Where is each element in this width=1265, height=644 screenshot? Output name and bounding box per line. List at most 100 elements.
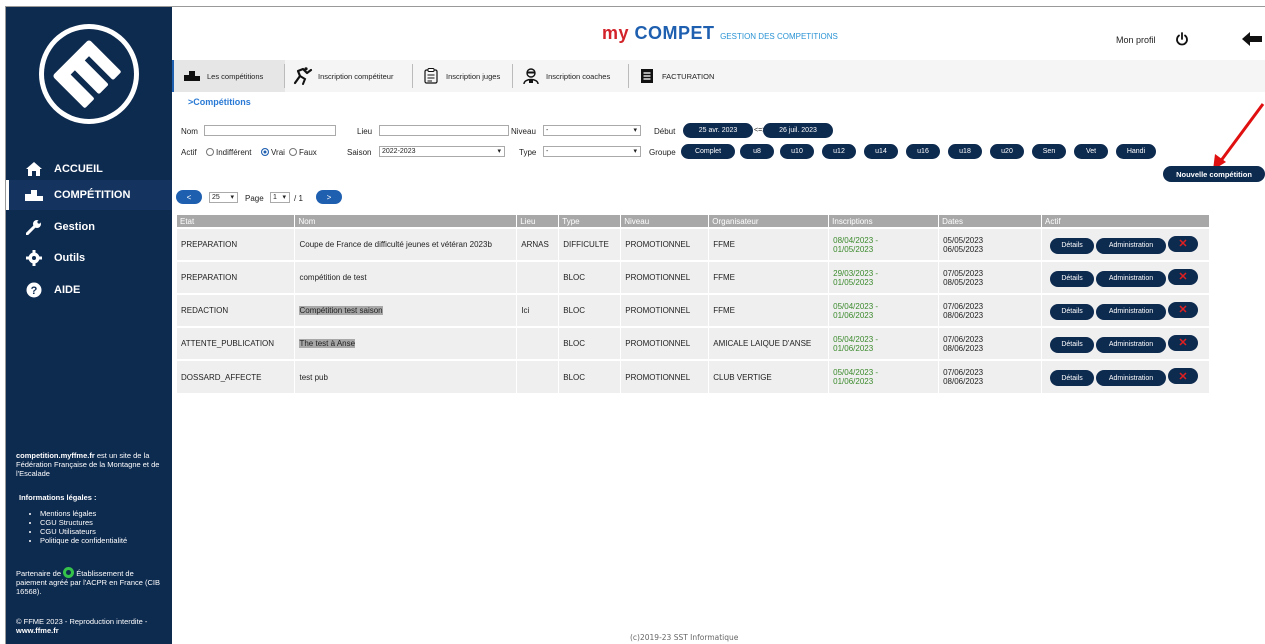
groupe-u8-button[interactable]: u8 — [740, 144, 774, 159]
lieu-input[interactable] — [379, 125, 509, 136]
insc-start: 05/04/2023 - — [833, 334, 879, 344]
page-label: Page — [245, 194, 264, 203]
tab-inscription-coaches[interactable]: Inscription coaches — [513, 60, 629, 92]
gear-icon — [24, 248, 44, 268]
delete-icon[interactable]: ✕ — [1168, 334, 1199, 351]
delete-icon[interactable]: ✕ — [1168, 368, 1199, 384]
col-type[interactable]: Type — [558, 215, 622, 228]
administration-button[interactable]: Administration — [1096, 336, 1167, 353]
legal-link-mentions[interactable]: Mentions légales — [40, 509, 166, 518]
date-start: 05/05/2023 — [943, 235, 984, 245]
type-select[interactable]: - ▾ — [543, 146, 641, 157]
cell-actions: Détails Administration ✕ — [1041, 260, 1210, 294]
groupe-label: Groupe — [649, 148, 676, 157]
ffme-link[interactable]: www.ffme.fr — [16, 626, 59, 635]
date-end: 08/06/2023 — [943, 377, 984, 386]
table-row[interactable]: REDACTION Compétition test saison Ici BL… — [177, 293, 1210, 327]
sidebar-item-competition[interactable]: COMPÉTITION — [6, 180, 172, 210]
sidebar-item-aide[interactable]: ? AIDE — [6, 275, 172, 305]
profile-link[interactable]: Mon profil — [1116, 35, 1156, 45]
details-button[interactable]: Détails — [1050, 270, 1095, 287]
table-row[interactable]: DOSSARD_AFFECTE test pub BLOC PROMOTIONN… — [177, 359, 1210, 393]
tab-inscription-juges[interactable]: Inscription juges — [413, 60, 513, 92]
groupe-u14-button[interactable]: u14 — [864, 144, 898, 159]
cell-nom: compétition de test — [294, 260, 518, 294]
ffme-logo[interactable] — [39, 24, 139, 124]
legal-link-cgu-structures[interactable]: CGU Structures — [40, 518, 166, 527]
details-button[interactable]: Détails — [1050, 336, 1095, 353]
cell-inscriptions: 05/04/2023 -01/06/2023 — [828, 326, 940, 360]
actif-radio-vrai[interactable]: Vrai — [261, 148, 285, 157]
saison-select[interactable]: 2022-2023 ▾ — [379, 146, 505, 157]
cell-inscriptions: 05/04/2023 -01/06/2023 — [828, 359, 940, 393]
table-header-row: Etat Nom Lieu Type Niveau Organisateur I… — [177, 215, 1210, 228]
breadcrumb[interactable]: >Compétitions — [188, 97, 251, 107]
cell-nom: Compétition test saison — [294, 293, 518, 327]
new-competition-button[interactable]: Nouvelle compétition — [1163, 166, 1265, 182]
site-link[interactable]: competition.myffme.fr — [16, 451, 95, 460]
delete-icon[interactable]: ✕ — [1168, 301, 1199, 318]
col-inscriptions[interactable]: Inscriptions — [828, 215, 940, 228]
nom-input[interactable] — [204, 125, 336, 136]
tab-facturation[interactable]: FACTURATION — [629, 60, 739, 92]
groupe-u16-button[interactable]: u16 — [906, 144, 940, 159]
date-start: 07/06/2023 — [943, 368, 984, 377]
podium-icon — [182, 67, 202, 85]
tab-label: Inscription coaches — [546, 71, 611, 81]
groupe-u18-button[interactable]: u18 — [948, 144, 982, 159]
sidebar: ACCUEIL COMPÉTITION Gestion Outils ? AID… — [6, 7, 172, 644]
next-page-button[interactable]: > — [316, 190, 342, 204]
date-start: 07/06/2023 — [943, 334, 984, 344]
delete-icon[interactable]: ✕ — [1168, 235, 1199, 252]
tab-label: Inscription juges — [446, 71, 501, 81]
col-etat[interactable]: Etat — [177, 215, 296, 228]
groupe-handi-button[interactable]: Handi — [1116, 144, 1156, 159]
legal-link-privacy[interactable]: Politique de confidentialité — [40, 536, 166, 545]
col-actif[interactable]: Actif — [1041, 215, 1210, 228]
groupe-u10-button[interactable]: u10 — [780, 144, 814, 159]
col-lieu[interactable]: Lieu — [516, 215, 560, 228]
insc-end: 01/06/2023 — [833, 310, 874, 320]
back-arrow-icon[interactable] — [1241, 31, 1263, 47]
page-select[interactable]: 1 ▾ — [270, 192, 290, 203]
col-organisateur[interactable]: Organisateur — [708, 215, 830, 228]
groupe-vet-button[interactable]: Vet — [1074, 144, 1108, 159]
cell-niveau: PROMOTIONNEL — [620, 293, 710, 327]
table-row[interactable]: PREPARATION Coupe de France de difficult… — [177, 227, 1210, 261]
cell-dates: 07/06/2023 08/06/2023 — [938, 359, 1043, 393]
tab-inscription-competiteur[interactable]: Inscription compétiteur — [285, 60, 413, 92]
groupe-u20-button[interactable]: u20 — [990, 144, 1024, 159]
date-from-button[interactable]: 25 avr. 2023 — [683, 123, 753, 138]
cell-niveau: PROMOTIONNEL — [620, 359, 710, 393]
col-nom[interactable]: Nom — [294, 215, 518, 228]
power-icon[interactable] — [1175, 32, 1189, 46]
table-row[interactable]: ATTENTE_PUBLICATION The test à Anse BLOC… — [177, 326, 1210, 360]
page-size-select[interactable]: 25 ▾ — [209, 192, 238, 203]
actif-radio-faux[interactable]: Faux — [289, 148, 317, 157]
prev-page-button[interactable]: < — [176, 190, 202, 204]
sidebar-item-outils[interactable]: Outils — [6, 243, 172, 273]
actif-radio-indifferent[interactable]: Indifférent — [206, 148, 251, 157]
legal-link-cgu-utilisateurs[interactable]: CGU Utilisateurs — [40, 527, 166, 536]
groupe-complet-button[interactable]: Complet — [681, 144, 735, 159]
groupe-u12-button[interactable]: u12 — [822, 144, 856, 159]
sidebar-item-gestion[interactable]: Gestion — [6, 212, 172, 242]
chevron-down-icon: ▾ — [633, 148, 637, 155]
date-to-button[interactable]: 26 juil. 2023 — [763, 123, 833, 138]
groupe-sen-button[interactable]: Sen — [1032, 144, 1066, 159]
details-button[interactable]: Détails — [1050, 370, 1095, 386]
administration-button[interactable]: Administration — [1096, 237, 1167, 254]
details-button[interactable]: Détails — [1050, 237, 1095, 254]
help-icon: ? — [24, 280, 44, 300]
niveau-select[interactable]: - ▾ — [543, 125, 641, 136]
delete-icon[interactable]: ✕ — [1168, 268, 1199, 285]
tab-competitions[interactable]: Les compétitions — [172, 60, 285, 92]
administration-button[interactable]: Administration — [1096, 303, 1167, 320]
administration-button[interactable]: Administration — [1096, 370, 1167, 386]
details-button[interactable]: Détails — [1050, 303, 1095, 320]
administration-button[interactable]: Administration — [1096, 270, 1167, 287]
col-niveau[interactable]: Niveau — [620, 215, 710, 228]
table-row[interactable]: PREPARATION compétition de test BLOC PRO… — [177, 260, 1210, 294]
col-dates[interactable]: Dates — [938, 215, 1043, 228]
cell-lieu: Ici — [516, 293, 560, 327]
